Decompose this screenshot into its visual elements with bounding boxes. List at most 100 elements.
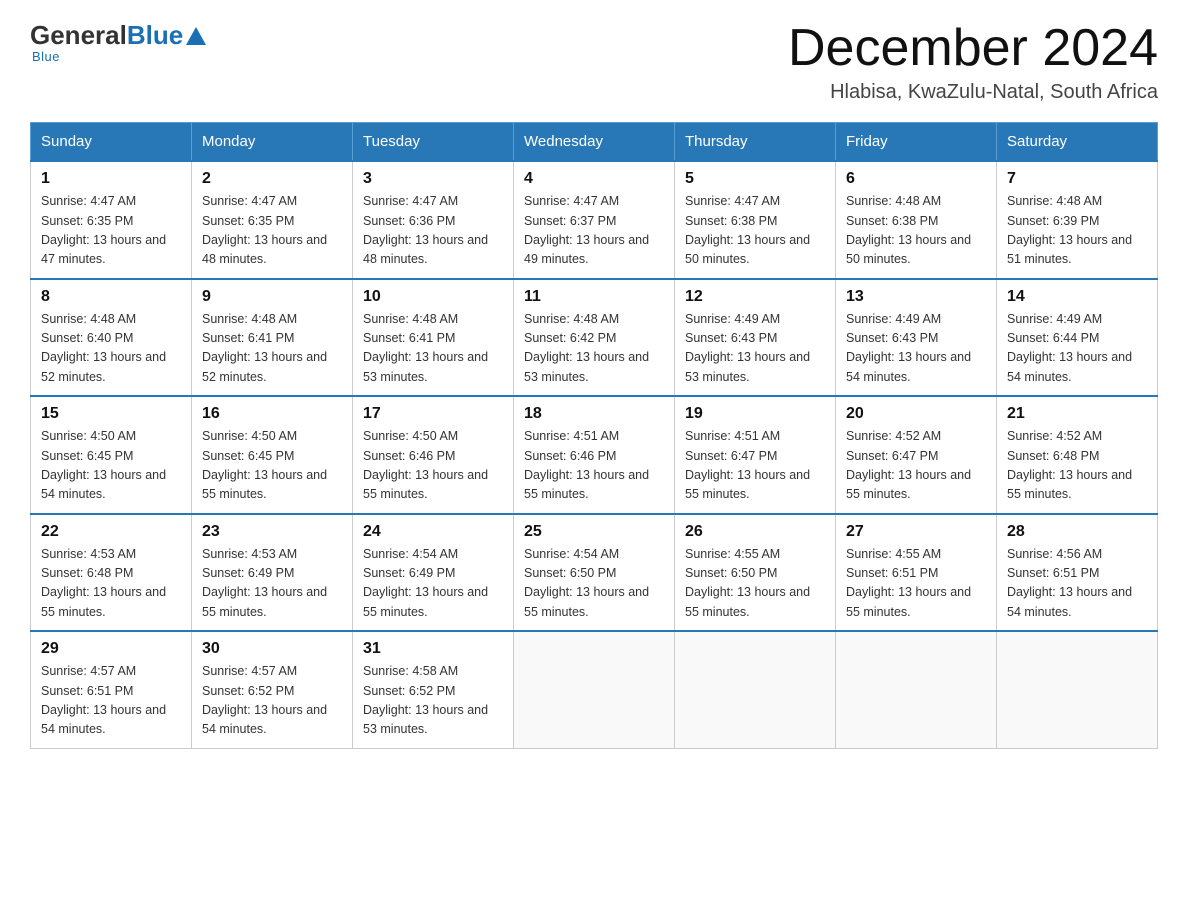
calendar-cell: 18 Sunrise: 4:51 AMSunset: 6:46 PMDayligh… xyxy=(514,396,675,514)
day-number: 1 xyxy=(41,170,181,188)
calendar-cell: 2Sunrise: 4:47 AMSunset: 6:35 PMDaylight… xyxy=(192,161,353,279)
day-info: Sunrise: 4:48 AMSunset: 6:41 PMDaylight:… xyxy=(202,310,342,388)
calendar-header-wednesday: Wednesday xyxy=(514,123,675,162)
day-number: 6 xyxy=(846,170,986,188)
calendar-cell: 17 Sunrise: 4:50 AMSunset: 6:46 PMDayligh… xyxy=(353,396,514,514)
calendar-cell: 30Sunrise: 4:57 AMSunset: 6:52 PMDayligh… xyxy=(192,631,353,748)
day-info: Sunrise: 4:48 AMSunset: 6:40 PMDaylight:… xyxy=(41,310,181,388)
calendar-week-row: 15Sunrise: 4:50 AMSunset: 6:45 PMDayligh… xyxy=(31,396,1158,514)
calendar-week-row: 22Sunrise: 4:53 AMSunset: 6:48 PMDayligh… xyxy=(31,514,1158,632)
calendar-cell: 26 Sunrise: 4:55 AMSunset: 6:50 PMDayligh… xyxy=(675,514,836,632)
day-number: 20 xyxy=(846,405,986,423)
calendar-cell: 8 Sunrise: 4:48 AMSunset: 6:40 PMDaylight… xyxy=(31,279,192,397)
day-info: Sunrise: 4:57 AMSunset: 6:51 PMDaylight:… xyxy=(41,662,181,740)
calendar-cell: 21 Sunrise: 4:52 AMSunset: 6:48 PMDayligh… xyxy=(997,396,1158,514)
calendar-cell: 3Sunrise: 4:47 AMSunset: 6:36 PMDaylight… xyxy=(353,161,514,279)
day-number: 4 xyxy=(524,170,664,188)
day-info: Sunrise: 4:47 AMSunset: 6:35 PMDaylight:… xyxy=(202,192,342,270)
calendar-cell: 22Sunrise: 4:53 AMSunset: 6:48 PMDayligh… xyxy=(31,514,192,632)
calendar-cell: 7 Sunrise: 4:48 AMSunset: 6:39 PMDaylight… xyxy=(997,161,1158,279)
page-header: General Blue Blue December 2024 Hlabisa,… xyxy=(30,20,1158,104)
calendar-header-thursday: Thursday xyxy=(675,123,836,162)
day-number: 24 xyxy=(363,523,503,541)
calendar-cell xyxy=(997,631,1158,748)
day-number: 11 xyxy=(524,288,664,306)
calendar-header-friday: Friday xyxy=(836,123,997,162)
day-info: Sunrise: 4:49 AMSunset: 6:43 PMDaylight:… xyxy=(846,310,986,388)
day-number: 17 xyxy=(363,405,503,423)
day-number: 7 xyxy=(1007,170,1147,188)
day-info: Sunrise: 4:57 AMSunset: 6:52 PMDaylight:… xyxy=(202,662,342,740)
day-info: Sunrise: 4:53 AMSunset: 6:48 PMDaylight:… xyxy=(41,545,181,623)
calendar-week-row: 8 Sunrise: 4:48 AMSunset: 6:40 PMDaylight… xyxy=(31,279,1158,397)
day-info: Sunrise: 4:52 AMSunset: 6:48 PMDaylight:… xyxy=(1007,427,1147,505)
calendar-cell: 31 Sunrise: 4:58 AMSunset: 6:52 PMDayligh… xyxy=(353,631,514,748)
day-number: 5 xyxy=(685,170,825,188)
day-info: Sunrise: 4:47 AMSunset: 6:38 PMDaylight:… xyxy=(685,192,825,270)
calendar-cell: 24Sunrise: 4:54 AMSunset: 6:49 PMDayligh… xyxy=(353,514,514,632)
day-info: Sunrise: 4:55 AMSunset: 6:50 PMDaylight:… xyxy=(685,545,825,623)
day-number: 18 xyxy=(524,405,664,423)
day-info: Sunrise: 4:48 AMSunset: 6:39 PMDaylight:… xyxy=(1007,192,1147,270)
calendar-cell: 20 Sunrise: 4:52 AMSunset: 6:47 PMDayligh… xyxy=(836,396,997,514)
day-info: Sunrise: 4:58 AMSunset: 6:52 PMDaylight:… xyxy=(363,662,503,740)
day-info: Sunrise: 4:51 AMSunset: 6:46 PMDaylight:… xyxy=(524,427,664,505)
day-info: Sunrise: 4:56 AMSunset: 6:51 PMDaylight:… xyxy=(1007,545,1147,623)
calendar-cell xyxy=(836,631,997,748)
day-info: Sunrise: 4:47 AMSunset: 6:35 PMDaylight:… xyxy=(41,192,181,270)
day-info: Sunrise: 4:48 AMSunset: 6:42 PMDaylight:… xyxy=(524,310,664,388)
calendar-cell: 12 Sunrise: 4:49 AMSunset: 6:43 PMDayligh… xyxy=(675,279,836,397)
day-number: 26 xyxy=(685,523,825,541)
day-number: 13 xyxy=(846,288,986,306)
day-info: Sunrise: 4:54 AMSunset: 6:50 PMDaylight:… xyxy=(524,545,664,623)
day-number: 27 xyxy=(846,523,986,541)
calendar-week-row: 1 Sunrise: 4:47 AMSunset: 6:35 PMDaylight… xyxy=(31,161,1158,279)
day-number: 16 xyxy=(202,405,342,423)
day-number: 23 xyxy=(202,523,342,541)
calendar-cell: 9 Sunrise: 4:48 AMSunset: 6:41 PMDaylight… xyxy=(192,279,353,397)
logo: General Blue Blue xyxy=(30,20,206,64)
calendar-header-sunday: Sunday xyxy=(31,123,192,162)
day-info: Sunrise: 4:50 AMSunset: 6:45 PMDaylight:… xyxy=(202,427,342,505)
logo-general-text: General xyxy=(30,20,127,51)
logo-blue-text: Blue xyxy=(127,20,206,51)
logo-triangle-icon xyxy=(186,27,206,45)
day-info: Sunrise: 4:48 AMSunset: 6:41 PMDaylight:… xyxy=(363,310,503,388)
calendar-cell: 15Sunrise: 4:50 AMSunset: 6:45 PMDayligh… xyxy=(31,396,192,514)
day-info: Sunrise: 4:49 AMSunset: 6:44 PMDaylight:… xyxy=(1007,310,1147,388)
day-info: Sunrise: 4:48 AMSunset: 6:38 PMDaylight:… xyxy=(846,192,986,270)
day-number: 21 xyxy=(1007,405,1147,423)
calendar-header-saturday: Saturday xyxy=(997,123,1158,162)
day-number: 8 xyxy=(41,288,181,306)
day-info: Sunrise: 4:53 AMSunset: 6:49 PMDaylight:… xyxy=(202,545,342,623)
calendar-cell: 28Sunrise: 4:56 AMSunset: 6:51 PMDayligh… xyxy=(997,514,1158,632)
day-info: Sunrise: 4:52 AMSunset: 6:47 PMDaylight:… xyxy=(846,427,986,505)
calendar-cell: 19 Sunrise: 4:51 AMSunset: 6:47 PMDayligh… xyxy=(675,396,836,514)
calendar-cell: 11 Sunrise: 4:48 AMSunset: 6:42 PMDayligh… xyxy=(514,279,675,397)
day-info: Sunrise: 4:55 AMSunset: 6:51 PMDaylight:… xyxy=(846,545,986,623)
calendar-cell: 13 Sunrise: 4:49 AMSunset: 6:43 PMDayligh… xyxy=(836,279,997,397)
day-number: 31 xyxy=(363,640,503,658)
logo-underline: Blue xyxy=(32,49,60,64)
calendar-cell xyxy=(675,631,836,748)
calendar-cell: 14 Sunrise: 4:49 AMSunset: 6:44 PMDayligh… xyxy=(997,279,1158,397)
calendar-header-row: SundayMondayTuesdayWednesdayThursdayFrid… xyxy=(31,123,1158,162)
day-info: Sunrise: 4:50 AMSunset: 6:46 PMDaylight:… xyxy=(363,427,503,505)
day-number: 10 xyxy=(363,288,503,306)
day-number: 29 xyxy=(41,640,181,658)
calendar-cell: 16 Sunrise: 4:50 AMSunset: 6:45 PMDayligh… xyxy=(192,396,353,514)
day-number: 9 xyxy=(202,288,342,306)
day-number: 12 xyxy=(685,288,825,306)
calendar-cell: 4Sunrise: 4:47 AMSunset: 6:37 PMDaylight… xyxy=(514,161,675,279)
day-number: 25 xyxy=(524,523,664,541)
calendar-cell: 25 Sunrise: 4:54 AMSunset: 6:50 PMDayligh… xyxy=(514,514,675,632)
day-number: 3 xyxy=(363,170,503,188)
calendar-table: SundayMondayTuesdayWednesdayThursdayFrid… xyxy=(30,122,1158,749)
location-title: Hlabisa, KwaZulu-Natal, South Africa xyxy=(788,81,1158,104)
day-info: Sunrise: 4:49 AMSunset: 6:43 PMDaylight:… xyxy=(685,310,825,388)
day-info: Sunrise: 4:51 AMSunset: 6:47 PMDaylight:… xyxy=(685,427,825,505)
day-number: 14 xyxy=(1007,288,1147,306)
day-number: 19 xyxy=(685,405,825,423)
calendar-cell: 5 Sunrise: 4:47 AMSunset: 6:38 PMDaylight… xyxy=(675,161,836,279)
calendar-header-monday: Monday xyxy=(192,123,353,162)
